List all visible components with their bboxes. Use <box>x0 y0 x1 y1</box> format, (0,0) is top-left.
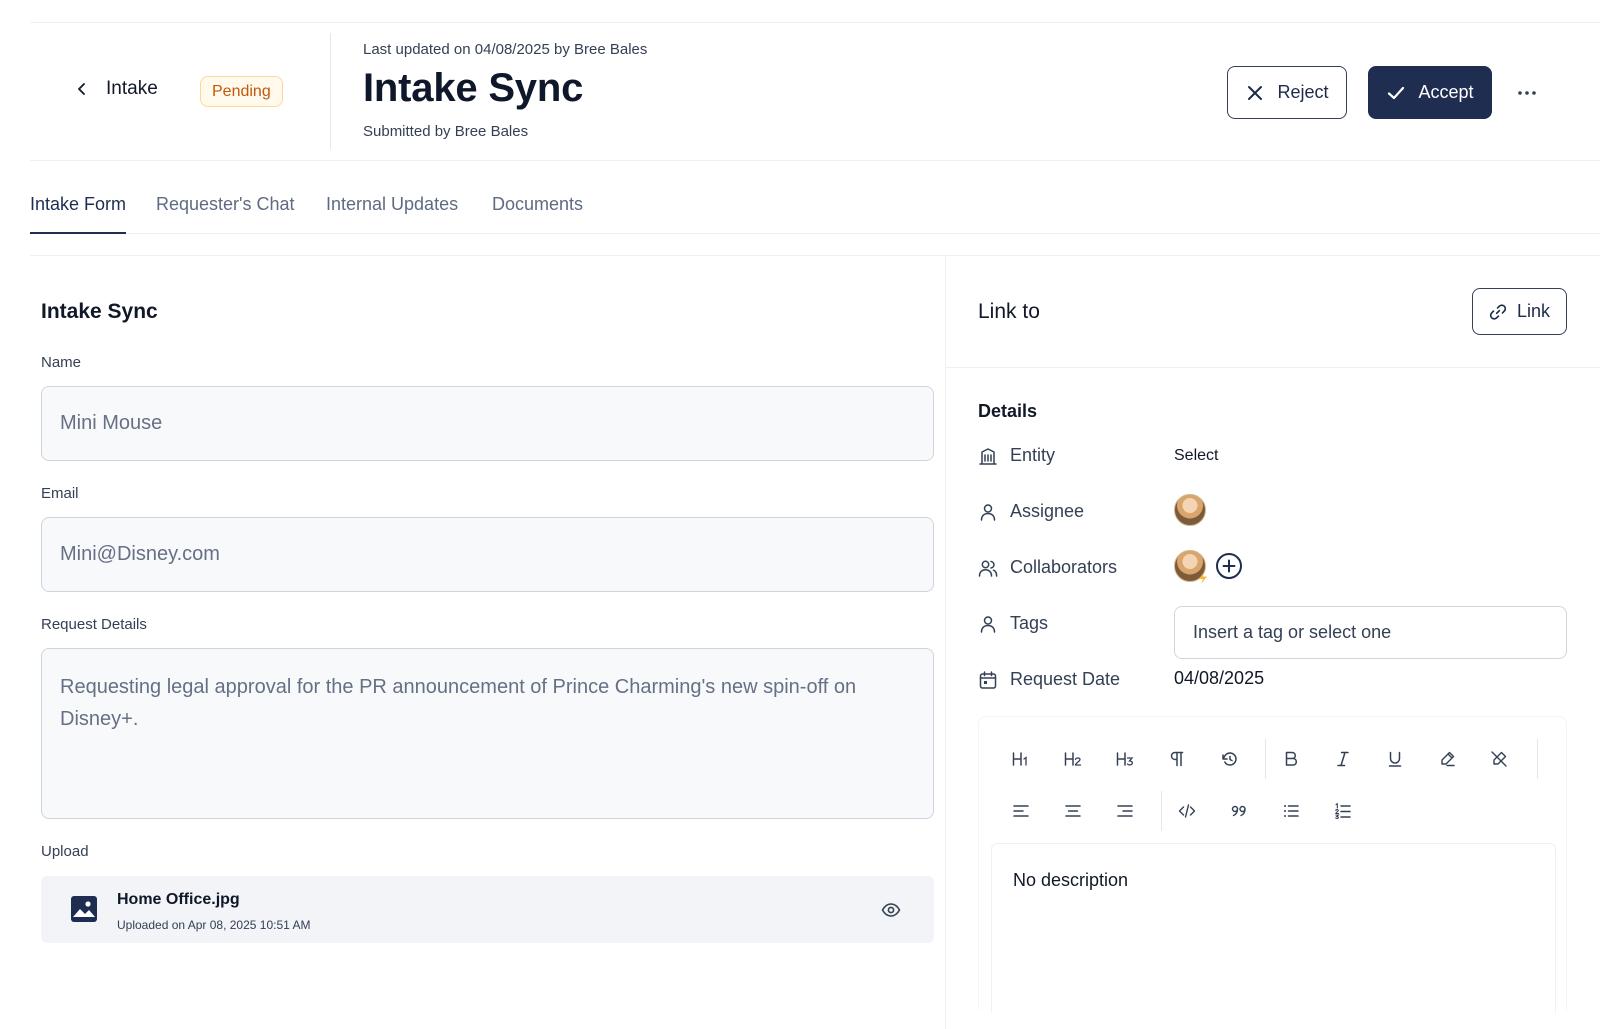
back-label: Intake <box>106 78 158 99</box>
upload-label: Upload <box>41 843 89 860</box>
link-button[interactable]: Link <box>1472 288 1567 335</box>
toolbar-separator <box>1265 739 1266 779</box>
clear-format-button[interactable] <box>1481 741 1517 777</box>
bullet-list-button[interactable] <box>1273 793 1309 829</box>
lightning-icon <box>1199 572 1207 584</box>
intake-form-panel: Intake Sync Name Mini Mouse Email Mini@D… <box>30 256 945 1029</box>
tab-internal-updates[interactable]: Internal Updates <box>326 190 458 234</box>
request-details-textarea[interactable]: Requesting legal approval for the PR ann… <box>41 648 934 819</box>
status-badge: Pending <box>200 76 283 107</box>
entity-select[interactable]: Select <box>1174 447 1218 465</box>
name-field[interactable]: Mini Mouse <box>41 386 934 461</box>
rich-text-editor: No description <box>978 716 1567 1013</box>
page-header: Intake Pending Last updated on 04/08/202… <box>30 23 1600 161</box>
bullet-list-icon <box>1284 805 1299 817</box>
request-date-label: Request Date <box>1010 669 1121 689</box>
building-icon <box>979 448 997 465</box>
name-label: Name <box>41 354 82 371</box>
align-left-icon <box>1013 805 1029 817</box>
ordered-list-button[interactable] <box>1325 793 1361 829</box>
image-file-icon <box>71 896 97 922</box>
heading2-button[interactable] <box>1055 741 1091 777</box>
user-icon <box>980 616 996 633</box>
heading2-icon <box>1064 752 1082 766</box>
uploaded-file-item: Home Office.jpg Uploaded on Apr 08, 2025… <box>41 876 934 943</box>
align-center-icon <box>1065 805 1081 817</box>
bold-icon <box>1285 751 1298 766</box>
code-button[interactable] <box>1169 793 1205 829</box>
align-right-icon <box>1117 805 1133 817</box>
highlight-button[interactable] <box>1429 741 1465 777</box>
paragraph-button[interactable] <box>1159 741 1195 777</box>
more-horizontal-icon <box>1518 91 1536 95</box>
form-title: Intake Sync <box>41 300 158 323</box>
toolbar-separator <box>1537 739 1538 779</box>
add-collaborator-icon[interactable] <box>1215 552 1243 580</box>
italic-button[interactable] <box>1325 741 1361 777</box>
reject-button[interactable]: Reject <box>1227 66 1347 119</box>
reject-label: Reject <box>1277 82 1329 102</box>
assignee-avatar[interactable] <box>1174 494 1206 526</box>
quote-icon <box>1231 805 1246 817</box>
tags-label: Tags <box>1010 613 1049 633</box>
entity-label: Entity <box>1010 445 1056 465</box>
details-sidebar: Link to Link Details Entity Select Assig… <box>946 256 1600 1029</box>
link-to-title: Link to <box>978 300 1040 323</box>
file-upload-date: Uploaded on Apr 08, 2025 10:51 AM <box>117 918 311 932</box>
align-right-button[interactable] <box>1107 793 1143 829</box>
underline-button[interactable] <box>1377 741 1413 777</box>
eye-icon[interactable] <box>881 900 901 920</box>
users-icon <box>978 560 998 577</box>
back-to-intake-link[interactable]: Intake <box>74 78 158 100</box>
align-center-button[interactable] <box>1055 793 1091 829</box>
heading3-icon <box>1116 752 1134 766</box>
request-date-value: 04/08/2025 <box>1174 668 1265 688</box>
link-button-label: Link <box>1516 301 1551 321</box>
calendar-icon <box>979 671 997 689</box>
more-options-button[interactable] <box>1513 79 1541 107</box>
tags-input[interactable]: Insert a tag or select one <box>1174 606 1567 659</box>
header-divider <box>330 33 331 149</box>
code-icon <box>1178 804 1196 818</box>
heading1-button[interactable] <box>1003 741 1039 777</box>
file-name: Home Office.jpg <box>117 891 240 908</box>
tab-intake-form[interactable]: Intake Form <box>30 190 127 234</box>
editor-content-area[interactable]: No description <box>991 843 1556 1013</box>
accept-label: Accept <box>1418 82 1474 102</box>
details-title: Details <box>978 401 1038 421</box>
italic-icon <box>1337 751 1349 767</box>
user-icon <box>980 504 996 521</box>
quote-button[interactable] <box>1221 793 1257 829</box>
last-updated-text: Last updated on 04/08/2025 by Bree Bales <box>363 41 648 58</box>
chevron-left-icon <box>78 83 85 95</box>
check-icon <box>1388 86 1405 99</box>
email-label: Email <box>41 485 79 502</box>
paragraph-icon <box>1170 751 1184 767</box>
submitted-by-text: Submitted by Bree Bales <box>363 123 529 140</box>
assignee-label: Assignee <box>1010 501 1085 521</box>
editor-text: No description <box>1013 870 1129 890</box>
underline-icon <box>1388 751 1402 767</box>
heading3-button[interactable] <box>1107 741 1143 777</box>
link-icon <box>1489 303 1507 320</box>
undo-button[interactable] <box>1211 741 1247 777</box>
heading1-icon <box>1012 752 1027 766</box>
request-details-label: Request Details <box>41 616 147 633</box>
tab-bar: Intake Form Requester's Chat Internal Up… <box>30 190 1600 234</box>
tab-documents[interactable]: Documents <box>492 190 583 234</box>
email-field[interactable]: Mini@Disney.com <box>41 517 934 592</box>
bold-button[interactable] <box>1273 741 1309 777</box>
highlighter-icon <box>1441 751 1455 767</box>
undo-history-icon <box>1222 752 1237 766</box>
tab-requesters-chat[interactable]: Requester's Chat <box>156 190 295 234</box>
close-icon <box>1248 85 1263 100</box>
page-title: Intake Sync <box>363 66 584 110</box>
link-section-divider <box>946 367 1600 368</box>
collaborators-label: Collaborators <box>1010 557 1118 577</box>
accept-button[interactable]: Accept <box>1368 66 1492 119</box>
ordered-list-icon <box>1335 802 1351 820</box>
align-left-button[interactable] <box>1003 793 1039 829</box>
clear-format-icon <box>1491 751 1507 767</box>
toolbar-separator <box>1161 791 1162 831</box>
